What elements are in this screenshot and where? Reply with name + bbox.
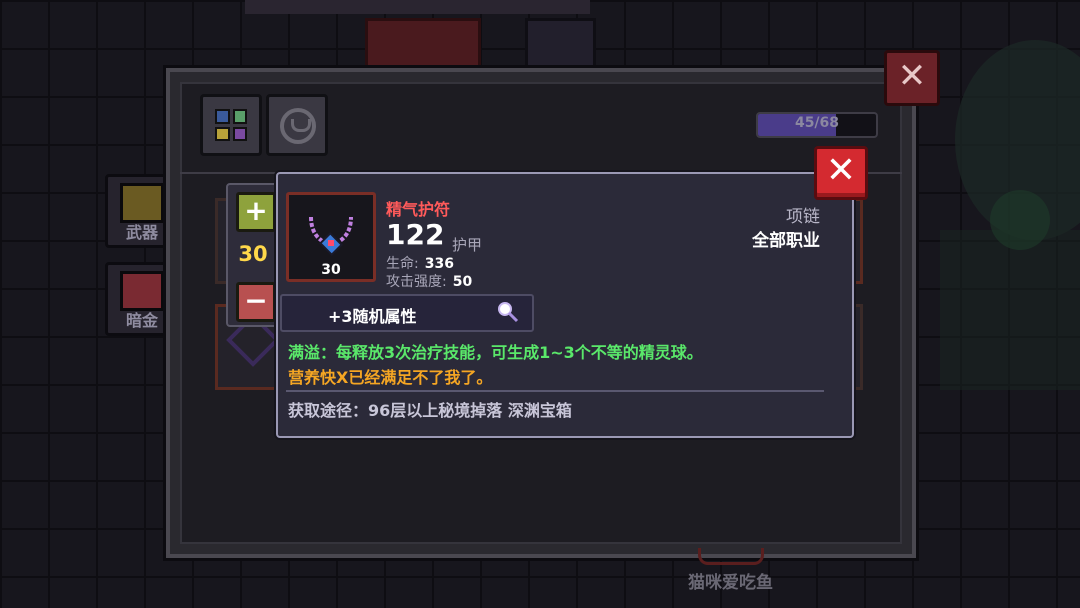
inventory-capacity-bar: 45/68 [756, 112, 878, 138]
item-armor-value: 122 [386, 218, 445, 251]
capacity-text: 45/68 [794, 115, 840, 131]
stat-label: 生命: [386, 256, 419, 272]
quantity-value: 30 [238, 242, 268, 266]
quantity-minus-button[interactable]: − [236, 282, 276, 322]
item-name: 精气护符 [386, 200, 451, 219]
weapon-icon [120, 183, 164, 223]
item-flavor-text: 营养快X已经满足不了我了。 [288, 368, 493, 387]
item-icon-frame: 30 [286, 192, 376, 282]
filter-grid-icon [215, 109, 247, 141]
item-level: 30 [321, 262, 341, 278]
background-decor [365, 18, 481, 74]
background-decor [245, 0, 590, 14]
background-label: 猫咪爱吃鱼 [688, 573, 773, 593]
close-tooltip-button[interactable]: ✕ [814, 146, 868, 200]
item-effect: 满溢：每释放3次治疗技能，可生成1~3个不等的精灵球。 [288, 343, 703, 362]
close-panel-button[interactable]: ✕ [884, 50, 940, 106]
stat-row: 生命: 336 [386, 253, 454, 273]
random-attributes-button[interactable]: +3随机属性 [280, 294, 534, 332]
stat-value: 336 [424, 256, 454, 272]
item-class: 全部职业 [752, 231, 820, 251]
necklace-icon [280, 108, 316, 144]
stat-value: 50 [452, 274, 473, 290]
background-decor [990, 190, 1050, 250]
background-decor [940, 230, 1080, 390]
divider [286, 390, 824, 392]
stat-label: 攻击强度: [386, 274, 447, 290]
background-decor [525, 18, 596, 74]
item-type: 项链 [786, 207, 820, 227]
quantity-plus-button[interactable]: + [236, 192, 276, 232]
random-attributes-label: +3随机属性 [328, 307, 417, 326]
stat-row: 攻击强度: 50 [386, 271, 472, 291]
item-armor-label: 护甲 [452, 236, 483, 254]
filter-button[interactable] [200, 94, 262, 156]
item-tooltip-card: 30 精气护符 122 护甲 生命: 336 攻击强度: 50 项链 全部职业 +3… [276, 172, 854, 438]
background-decor [698, 548, 764, 565]
dark-gold-icon [120, 271, 164, 311]
item-source: 获取途径：96层以上秘境掉落 深渊宝箱 [288, 401, 572, 420]
magnifier-icon [498, 302, 519, 323]
accessory-filter-button[interactable] [266, 94, 328, 156]
